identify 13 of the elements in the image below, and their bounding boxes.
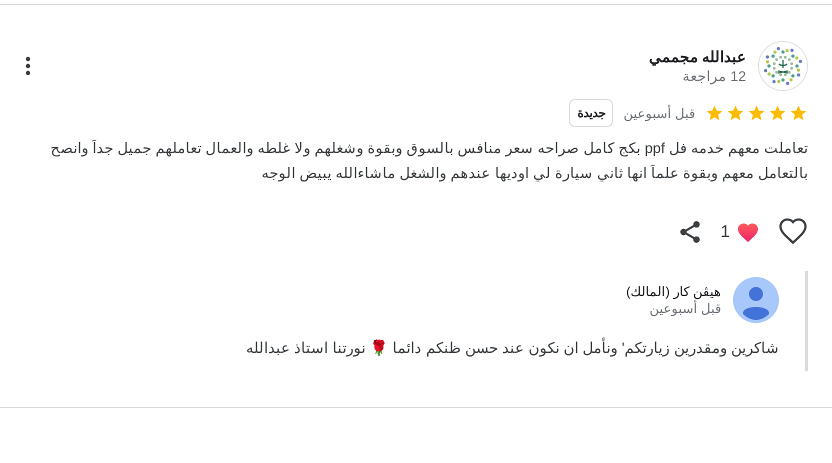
review-count: 12 مراجعة — [682, 68, 746, 84]
reply-text: شاكرين ومقدرين زيارتكم' ونأمل ان نكون عند حسن ظنكم دائما 🌹 نورتنا استاذ عبدالله — [46, 339, 779, 357]
reviewer-name[interactable]: عبدالله مجممي — [52, 48, 746, 66]
reply-time: قبل أسبوعين — [648, 301, 721, 316]
new-badge: جديدة — [569, 99, 614, 127]
review-text: تعاملت معهم خدمه فل ppf بكج كامل صراحه سعر منافس بالسوق وبقوة وشغلهم ولا غلطه والعمال تعاملهم جميل جداَ وانصح بالتعامل معهم وبقوة علماَ انها ثاني سيارة لي اوديها عندهم والشغل ماشاءالله يبيض الوجه — [49, 138, 808, 184]
reaction-count: 1 — [720, 222, 730, 242]
review-time: قبل أسبوعين — [623, 106, 695, 120]
heart-icon[interactable] — [778, 217, 808, 247]
owner-name: هيڤن كار (المالك) — [625, 284, 721, 299]
avatar-icon — [758, 41, 808, 91]
heart-icon — [736, 221, 760, 243]
avatar-icon — [733, 277, 779, 323]
